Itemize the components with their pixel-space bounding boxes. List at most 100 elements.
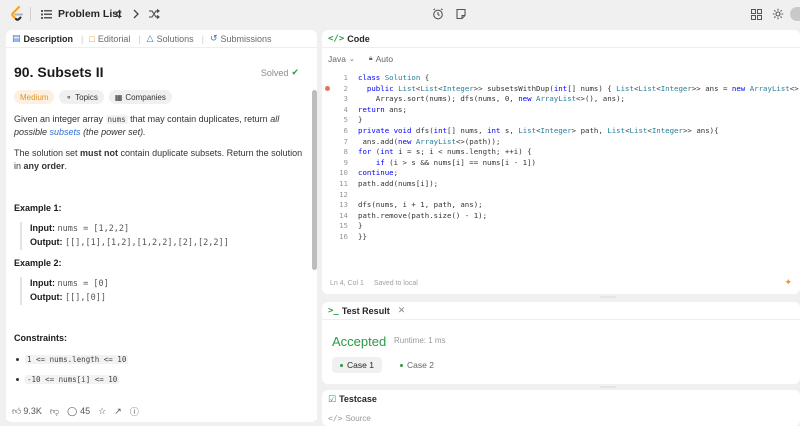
topics-button[interactable]: ⚬ Topics — [59, 90, 104, 104]
note-icon — [453, 6, 469, 22]
prev-problem-button[interactable] — [110, 0, 126, 28]
subsets-link[interactable]: subsets — [50, 127, 81, 137]
tab-solutions[interactable]: △ Solutions — [147, 33, 194, 44]
close-icon[interactable]: ✕ — [398, 305, 406, 316]
line-number: 5 — [343, 115, 348, 125]
example-1-output: Output: [[],[1],[1,2],[1,2,2],[2],[2,2]] — [30, 236, 229, 250]
top-bar: Problem List — [0, 0, 800, 28]
description-tabs: ▤ Description | □ Editorial | △ Solution… — [6, 30, 317, 48]
problem-title: 90. Subsets II — [14, 64, 104, 80]
code-text: path.add(nums[i]); — [358, 178, 439, 188]
tab-description-label: Description — [23, 33, 74, 44]
code-line[interactable]: 12 — [328, 190, 800, 201]
code-line[interactable]: 16}} — [328, 232, 800, 243]
code-line[interactable]: 10 continue; — [328, 168, 800, 179]
next-problem-button[interactable] — [128, 0, 144, 28]
resize-handle[interactable] — [600, 296, 616, 298]
tab-editorial[interactable]: □ Editorial — [89, 34, 130, 44]
tab-code[interactable]: </> Code — [328, 34, 370, 44]
code-line[interactable]: 13 dfs(nums, i + 1, path, ans); — [328, 200, 800, 211]
code-text: dfs(nums, i + 1, path, ans); — [358, 200, 483, 210]
description-panel: ▤ Description | □ Editorial | △ Solution… — [6, 30, 317, 422]
auto-label: Auto — [375, 54, 394, 64]
line-number: 12 — [339, 189, 348, 199]
question-icon: ⓘ — [129, 406, 139, 417]
favorite-button[interactable]: ☆ — [98, 406, 106, 417]
auto-mode[interactable]: 🔒︎ Auto — [369, 54, 393, 64]
timer-button[interactable] — [430, 0, 446, 28]
editor-toolbar: Java ⌄ 🔒︎ Auto — [328, 54, 393, 64]
layout-button[interactable] — [748, 0, 764, 28]
avatar[interactable] — [790, 0, 800, 28]
code-line[interactable]: 6 private void dfs(int[] nums, int s, Lis… — [328, 126, 800, 137]
companies-button[interactable]: ▦ Companies — [108, 90, 172, 104]
resize-handle[interactable] — [600, 386, 616, 388]
settings-button[interactable] — [770, 0, 786, 28]
code-line[interactable]: 2 public List<List<Integer>> subsetsWith… — [328, 84, 800, 95]
code-line[interactable]: 3 Arrays.sort(nums); dfs(nums, 0, new Ar… — [328, 94, 800, 105]
line-number: 15 — [339, 221, 348, 231]
code-line[interactable]: 7 ans.add(new ArrayList<>(path)); — [328, 137, 800, 148]
tab-testcase[interactable]: ☑ Testcase — [328, 394, 377, 405]
format-icon[interactable]: ✦ — [784, 277, 792, 288]
code-line[interactable]: 14 path.remove(path.size() - 1); — [328, 211, 800, 222]
solved-status: Solved ✔ — [261, 67, 299, 78]
example-2-box: Input: nums = [0] Output: [[],[0]] — [20, 277, 109, 305]
tab-code-label: Code — [347, 33, 370, 44]
code-text: if (i > s && nums[i] == nums[i - 1]) — [375, 157, 537, 167]
share-button[interactable]: ↗ — [114, 406, 122, 417]
output-label: Output: — [30, 237, 63, 247]
terminal-icon: >_ — [328, 305, 339, 316]
code-line[interactable]: 11 path.add(nums[i]); — [328, 179, 800, 190]
example-1-input: Input: nums = [1,2,2] — [30, 222, 229, 236]
document-icon: ▤ — [12, 33, 21, 43]
source-label: Source — [345, 414, 371, 423]
tab-submissions[interactable]: ↺ Submissions — [210, 33, 272, 44]
code-line[interactable]: 8 for (int i = s; i < nums.length; ++i) { — [328, 147, 800, 158]
like-button[interactable]: 👍︎ 9.3K — [12, 406, 42, 417]
notes-button[interactable] — [453, 0, 469, 28]
verdict: Accepted — [332, 334, 387, 349]
thumbs-up-icon: 👍︎ — [12, 405, 22, 416]
tab-description[interactable]: ▤ Description — [12, 33, 73, 44]
cursor-position: Ln 4, Col 1 — [330, 280, 364, 287]
case-1-label: Case 1 — [347, 360, 374, 370]
code-text: private void dfs(int[] nums, int s, List… — [358, 125, 719, 135]
random-problem-button[interactable] — [146, 0, 162, 28]
code-header: </> Code — [322, 30, 800, 48]
code-editor[interactable]: 1 class Solution {2 public List<List<Inte… — [328, 73, 800, 243]
code-line[interactable]: 5} — [328, 115, 800, 126]
desc-text: Given an integer array — [14, 114, 106, 124]
case-2-tab[interactable]: Case 2 — [392, 357, 442, 373]
code-line[interactable]: 9 if (i > s && nums[i] == nums[i - 1]) — [328, 158, 800, 169]
input-label: Input: — [30, 223, 55, 233]
case-1-tab[interactable]: Case 1 — [332, 357, 382, 373]
divider: | — [81, 33, 84, 44]
code-line[interactable]: 4 return ans; — [328, 105, 800, 116]
desc-text: (the power set). — [80, 127, 146, 137]
leetcode-logo-icon[interactable] — [10, 6, 24, 22]
language-select[interactable]: Java ⌄ — [328, 54, 355, 64]
comments-button[interactable]: ◯ 45 — [67, 406, 90, 417]
bullet-dot — [16, 378, 19, 381]
line-number: 8 — [343, 147, 348, 157]
code-panel: </> Code Java ⌄ 🔒︎ Auto 1 class Solution … — [322, 30, 800, 294]
code-line[interactable]: 1 class Solution { — [328, 73, 800, 84]
line-number: 16 — [339, 231, 348, 241]
code-text: } — [358, 221, 363, 231]
constraints-title: Constraints: — [14, 333, 68, 343]
code-line[interactable]: 15} — [328, 221, 800, 232]
scrollbar[interactable] — [312, 90, 317, 270]
output-value: [[],[0]] — [65, 293, 106, 303]
tab-test-result[interactable]: >_ Test Result — [328, 306, 390, 316]
output-label: Output: — [30, 292, 63, 302]
code-icon: </> — [328, 33, 345, 44]
chevron-left-icon — [110, 6, 126, 22]
dislike-button[interactable]: 👎︎ — [50, 406, 59, 417]
tab-submissions-label: Submissions — [220, 33, 272, 44]
help-button[interactable]: ⓘ — [130, 405, 139, 418]
language-label: Java — [328, 54, 346, 64]
star-icon: ☆ — [98, 405, 107, 416]
source-toggle[interactable]: </> Source — [328, 414, 371, 423]
pass-dot — [340, 363, 343, 367]
